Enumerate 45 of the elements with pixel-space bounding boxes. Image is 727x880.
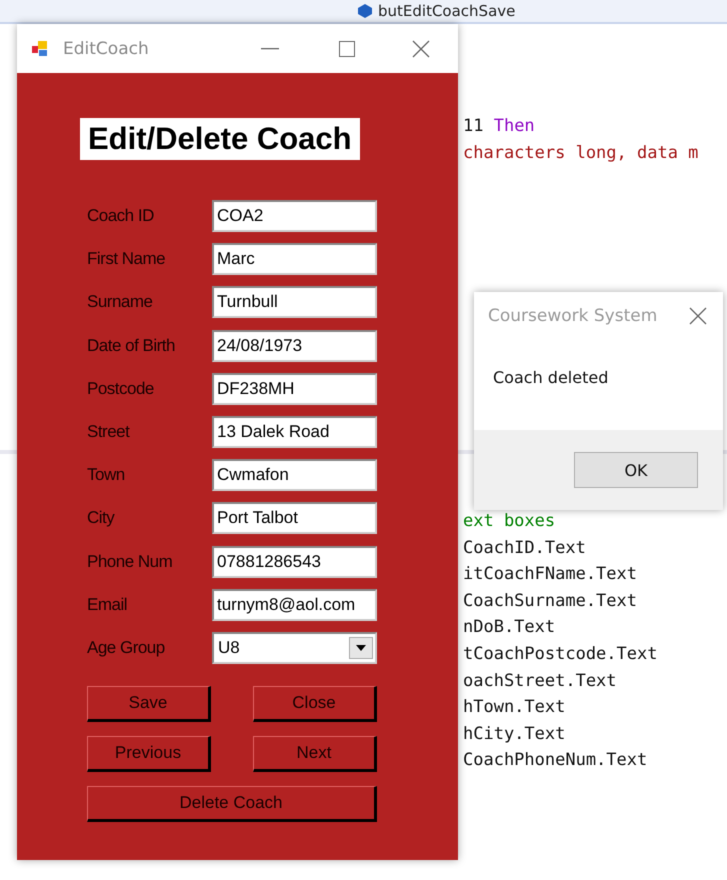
text-field[interactable]: DF238MH — [212, 372, 377, 405]
text-field[interactable]: Port Talbot — [212, 502, 377, 534]
minimize-icon[interactable] — [261, 48, 279, 50]
text-field[interactable]: COA2 — [212, 200, 377, 232]
app-icon — [31, 40, 49, 58]
close-icon[interactable] — [689, 307, 707, 325]
code-line: ext boxes — [463, 510, 556, 533]
form-heading: Edit/Delete Coach — [80, 118, 360, 160]
field-label: Coach ID — [87, 206, 155, 226]
code-line: 11 Then — [463, 115, 536, 138]
ok-button[interactable]: OK — [574, 452, 698, 488]
field-label: Phone Num — [87, 552, 174, 572]
field-label: First Name — [87, 249, 166, 270]
text-field[interactable]: Marc — [212, 243, 377, 276]
window-title: EditCoach — [63, 38, 150, 58]
member-dropdown[interactable]: butEditCoachSave — [378, 2, 516, 20]
code-line: CoachID.Text — [463, 536, 587, 560]
maximize-icon[interactable] — [339, 40, 355, 56]
field-label: Street — [87, 422, 131, 442]
code-line: oachStreet.Text — [463, 670, 618, 693]
code-line: characters long, data m — [463, 142, 700, 165]
close-icon[interactable] — [412, 40, 430, 58]
field-label: Age Group — [87, 638, 166, 658]
code-line: CoachPhoneNum.Text — [463, 749, 648, 772]
dialog-message: Coach deleted — [493, 368, 608, 387]
text-field[interactable]: Turnbull — [212, 286, 377, 318]
field-label: City — [87, 508, 116, 528]
text-field[interactable]: Cwmafon — [212, 459, 377, 492]
dialog-title: Coursework System — [488, 306, 658, 326]
field-label: Postcode — [87, 378, 155, 399]
code-line: CoachSurname.Text — [463, 590, 638, 613]
field-label: Date of Birth — [87, 336, 176, 356]
text-field[interactable]: 07881286543 — [212, 546, 377, 578]
code-line: hCity.Text — [463, 722, 566, 746]
code-line: tCoachPostcode.Text — [463, 642, 658, 666]
age-group-dropdown[interactable]: U8 — [212, 632, 377, 664]
code-line: hTown.Text — [463, 696, 566, 720]
field-label: Email — [87, 594, 128, 615]
field-label: Town — [87, 465, 126, 486]
field-label: Surname — [87, 292, 154, 312]
code-line: nDoB.Text — [463, 616, 556, 640]
code-line: itCoachFName.Text — [463, 563, 638, 586]
text-field[interactable]: turnym8@aol.com — [212, 588, 377, 621]
text-field[interactable]: 13 Dalek Road — [212, 416, 377, 448]
text-field[interactable]: 24/08/1973 — [212, 330, 377, 362]
